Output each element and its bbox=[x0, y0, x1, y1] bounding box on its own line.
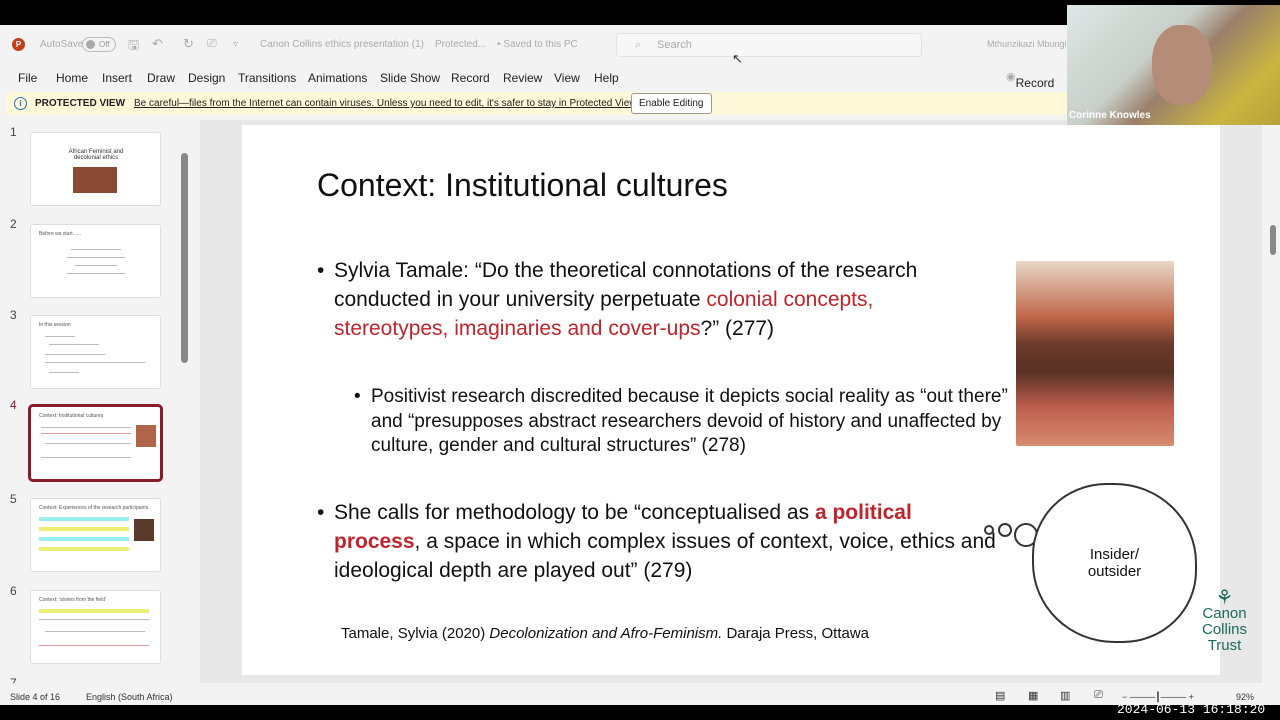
tab-slide-show[interactable]: Slide Show bbox=[380, 71, 440, 85]
search-icon: ⌕ bbox=[635, 39, 642, 51]
undo-icon[interactable]: ↶ bbox=[152, 36, 163, 52]
slide-sorter-icon[interactable]: ▦ bbox=[1028, 689, 1038, 702]
autosave-toggle[interactable]: Off bbox=[82, 37, 116, 52]
info-shield-icon: i bbox=[14, 97, 27, 110]
thumb-number: 5 bbox=[10, 492, 17, 506]
timestamp: 2024-06-13 16:18:20 bbox=[1117, 702, 1266, 717]
slide-scrollbar[interactable] bbox=[1268, 120, 1278, 683]
participant-name: Corinne Knowles bbox=[1069, 110, 1151, 121]
powerpoint-logo-icon: P bbox=[12, 38, 25, 51]
slide-counter: Slide 4 of 16 bbox=[10, 692, 61, 702]
bullet-methodology: • She calls for methodology to be “conce… bbox=[317, 501, 996, 582]
slide-title: Context: Institutional cultures bbox=[317, 167, 728, 203]
thumb-number: 2 bbox=[10, 217, 17, 231]
tab-animations[interactable]: Animations bbox=[308, 71, 367, 85]
tab-draw[interactable]: Draw bbox=[147, 71, 175, 85]
autosave-label: AutoSave bbox=[40, 39, 84, 50]
tab-home[interactable]: Home bbox=[56, 71, 88, 85]
user-name[interactable]: Mthunzikazi Mbungi bbox=[987, 39, 1067, 49]
bullet-tamale-quote: • Sylvia Tamale: “Do the theoretical con… bbox=[317, 259, 918, 340]
save-icon[interactable]: 🖫 bbox=[128, 36, 139, 58]
tab-insert[interactable]: Insert bbox=[102, 71, 132, 85]
thumb-title: Context: 'stories from the field' bbox=[39, 597, 106, 603]
thumb-number: 6 bbox=[10, 584, 17, 598]
redo-icon[interactable]: ↻ bbox=[183, 36, 194, 52]
enable-editing-button[interactable]: Enable Editing bbox=[631, 93, 712, 114]
language[interactable]: English (South Africa) bbox=[86, 692, 173, 702]
record-button[interactable]: ◉ Record bbox=[1006, 70, 1054, 90]
protected-view-label: PROTECTED VIEW bbox=[35, 98, 126, 109]
reference: Tamale, Sylvia (2020) Decolonization and… bbox=[341, 625, 869, 642]
tab-transitions[interactable]: Transitions bbox=[238, 71, 296, 85]
tab-design[interactable]: Design bbox=[188, 71, 225, 85]
present-icon[interactable]: ⎚ bbox=[207, 36, 217, 51]
thought-bubble-dot bbox=[998, 523, 1012, 537]
mouse-cursor-icon: ↖ bbox=[732, 51, 743, 66]
thumbnail-slide-2[interactable]: Before we start...... bbox=[30, 224, 161, 298]
protected-label: Protected... bbox=[435, 39, 487, 50]
thumbnail-scrollbar[interactable] bbox=[181, 153, 188, 363]
protected-view-bar: i PROTECTED VIEW Be careful—files from t… bbox=[6, 92, 1068, 115]
zoom-level[interactable]: 92% bbox=[1236, 692, 1254, 702]
canon-collins-logo: ⚘ Canon Collins Trust bbox=[1201, 587, 1247, 654]
tab-view[interactable]: View bbox=[554, 71, 580, 85]
tab-record[interactable]: Record bbox=[451, 71, 490, 85]
current-slide: Context: Institutional cultures • Sylvia… bbox=[242, 125, 1247, 675]
thumb-title: Context: Institutional cultures bbox=[39, 413, 104, 419]
thumb-number: 3 bbox=[10, 308, 17, 322]
thumbnail-slide-4[interactable]: Context: Institutional cultures bbox=[28, 404, 163, 482]
customize-qat-icon[interactable]: ▿ bbox=[233, 39, 238, 50]
thumb-image bbox=[73, 167, 117, 193]
reading-view-icon[interactable]: ▥ bbox=[1060, 689, 1070, 702]
tab-file[interactable]: File bbox=[18, 71, 37, 85]
protected-view-message[interactable]: Be careful—files from the Internet can c… bbox=[134, 98, 639, 109]
saved-status: • Saved to this PC bbox=[497, 39, 578, 50]
video-call-overlay: Corinne Knowles bbox=[1067, 5, 1280, 125]
thumb-number: 7 bbox=[10, 676, 17, 683]
slideshow-icon[interactable]: ⎚ bbox=[1094, 689, 1103, 702]
thumbnail-slide-3[interactable]: In this session bbox=[30, 315, 161, 389]
thumbnail-slide-1[interactable]: African Feminist and decolonial ethics bbox=[30, 132, 161, 206]
normal-view-icon[interactable]: ▤ bbox=[995, 689, 1005, 702]
tab-review[interactable]: Review bbox=[503, 71, 542, 85]
file-name: Canon Collins ethics presentation (1) bbox=[260, 39, 424, 50]
search-input[interactable]: ⌕ Search bbox=[616, 33, 922, 57]
thumb-title: Before we start...... bbox=[39, 231, 81, 237]
thumb-title: African Feminist and decolonial ethics bbox=[68, 149, 124, 161]
search-placeholder: Search bbox=[657, 39, 692, 51]
thumb-number: 1 bbox=[10, 125, 17, 139]
insider-outsider-cloud: Insider/ outsider bbox=[1032, 483, 1197, 643]
participant-video bbox=[1152, 25, 1212, 105]
status-bar: Slide 4 of 16 English (South Africa) ▤ ▦… bbox=[0, 688, 1280, 705]
thumb-title: In this session bbox=[39, 322, 71, 328]
thumbnail-slide-5[interactable]: Context: Experiences of the research par… bbox=[30, 498, 161, 572]
thumb-number: 4 bbox=[10, 398, 17, 412]
slide-thumbnail-panel: 1 African Feminist and decolonial ethics… bbox=[0, 120, 195, 683]
thumb-title: Context: Experiences of the research par… bbox=[39, 505, 149, 511]
thought-bubble-dot bbox=[984, 525, 994, 535]
sub-bullet-positivist: • Positivist research discredited becaus… bbox=[354, 386, 1008, 456]
record-button-label: Record bbox=[1015, 76, 1055, 90]
sylvia-tamale-photo bbox=[1016, 261, 1174, 446]
tab-help[interactable]: Help bbox=[594, 71, 619, 85]
thumbnail-slide-6[interactable]: Context: 'stories from the field' bbox=[30, 590, 161, 664]
